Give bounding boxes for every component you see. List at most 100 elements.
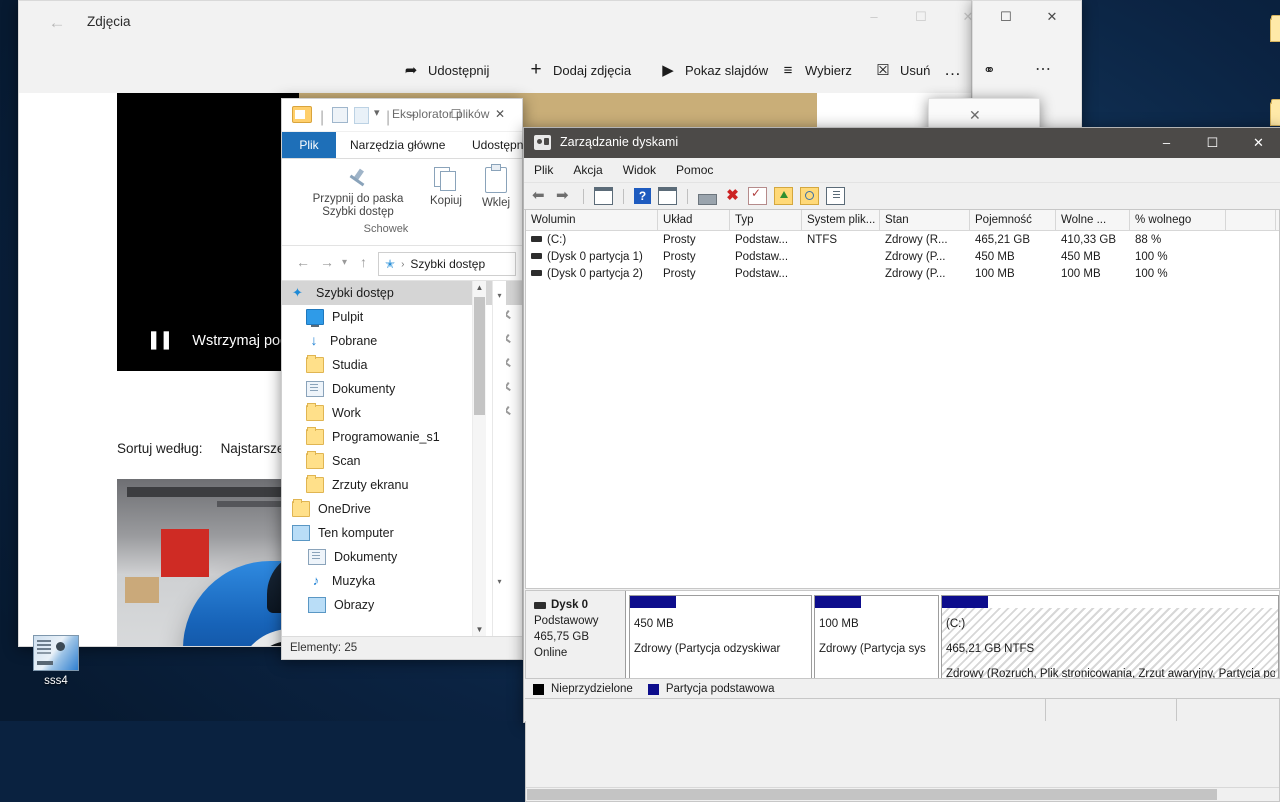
disk-name: Dysk 0	[551, 597, 588, 613]
show-hide-console-tree-icon[interactable]	[594, 187, 613, 205]
scroll-down-arrow[interactable]: ▾	[493, 575, 506, 589]
sidebar-item-onedrive[interactable]: OneDrive	[282, 497, 522, 521]
share-button[interactable]: ➦ Udostępnij	[402, 59, 489, 81]
back-arrow-icon[interactable]: ⬅	[532, 188, 549, 204]
back-arrow-icon[interactable]: ←	[43, 11, 71, 35]
sidebar-item-pulpit[interactable]: Pulpit	[282, 305, 522, 329]
sidebar-item-szybki-dost-p[interactable]: ✦Szybki dostęp	[282, 281, 522, 305]
scroll-up-arrow[interactable]: ▲	[473, 281, 486, 295]
column-header[interactable]: % wolnego	[1130, 210, 1226, 230]
scroll-thumb[interactable]	[527, 789, 1217, 800]
column-header[interactable]: System plik...	[802, 210, 880, 230]
sidebar-item-programowanie-s1[interactable]: Programowanie_s1	[282, 425, 522, 449]
column-header[interactable]: Układ	[658, 210, 730, 230]
minimize-button[interactable]: –	[1144, 128, 1189, 158]
column-header[interactable]: Stan	[880, 210, 970, 230]
volume-list-icon[interactable]	[826, 187, 845, 205]
select-button[interactable]: ≡ Wybierz	[779, 59, 852, 81]
maximize-button[interactable]: ☐	[983, 1, 1029, 33]
sort-value[interactable]: Najstarsze	[221, 441, 285, 456]
separator: |	[320, 109, 324, 127]
maximize-button[interactable]: ☐	[434, 99, 478, 129]
maximize-button[interactable]: ☐	[1190, 128, 1235, 158]
minimize-button[interactable]: –	[851, 1, 897, 33]
more-dots-icon[interactable]: ⋯	[1035, 59, 1053, 79]
menu-item-file[interactable]: Plik	[534, 163, 553, 177]
link-icon[interactable]: ⚭	[983, 61, 996, 79]
pc-icon	[308, 597, 326, 613]
forward-arrow-icon[interactable]: →	[320, 254, 334, 270]
explorer-navigation-pane[interactable]: ✦Szybki dostępPulpit↓PobraneStudiaDokume…	[282, 281, 522, 637]
menu-item-view[interactable]: Widok	[623, 163, 656, 177]
partition-text-line: (C:)	[946, 612, 1275, 637]
disk-pane-hscrollbar[interactable]	[526, 787, 1279, 801]
more-button[interactable]: …	[944, 59, 963, 81]
new-folder-icon[interactable]	[354, 107, 369, 124]
paste-button[interactable]: Wklej	[474, 167, 518, 210]
close-button[interactable]: ✕	[1236, 128, 1280, 158]
check-icon[interactable]	[748, 187, 767, 205]
legend-swatch-primary	[648, 684, 659, 695]
chevron-down-icon[interactable]: ▾	[342, 257, 347, 268]
address-input[interactable]: ✭ › Szybki dostęp	[378, 252, 516, 276]
help-icon[interactable]: ?	[634, 188, 651, 204]
table-cell-status: Zdrowy (P...	[880, 268, 970, 280]
file-explorer-window[interactable]: | ▾ | Eksplorator plików – ☐ ✕ Plik Narz…	[281, 98, 523, 660]
properties-icon[interactable]	[332, 107, 348, 123]
column-header[interactable]: Wolumin	[526, 210, 658, 230]
chevron-down-icon[interactable]: ▾	[374, 106, 380, 119]
table-row[interactable]: (Dysk 0 partycja 2)ProstyPodstaw...Zdrow…	[526, 265, 1279, 282]
properties-window-icon[interactable]	[658, 187, 677, 205]
sidebar-item-scan[interactable]: Scan	[282, 449, 522, 473]
delete-button[interactable]: ☒ Usuń	[874, 59, 930, 81]
column-header[interactable]: Pojemność	[970, 210, 1056, 230]
desktop-folder-icon[interactable]	[1270, 18, 1280, 42]
sidebar-item-label: Dokumenty	[334, 550, 397, 564]
pin-to-quick-access-button[interactable]: Przypnij do paska Szybki dostęp	[298, 167, 418, 219]
slideshow-button[interactable]: ▶ Pokaz slajdów	[659, 59, 768, 81]
extend-volume-icon[interactable]	[774, 187, 793, 205]
sidebar-item-obrazy[interactable]: Obrazy	[282, 593, 522, 617]
scroll-up-arrow[interactable]: ▾	[493, 289, 506, 303]
column-header[interactable]: Wolne ...	[1056, 210, 1130, 230]
tab-home[interactable]: Narzędzia główne	[336, 132, 459, 158]
rescan-disks-icon[interactable]	[698, 194, 717, 205]
sidebar-item-dokumenty[interactable]: Dokumenty	[282, 377, 522, 401]
close-button[interactable]: ✕	[969, 107, 981, 124]
sidebar-item-ten-komputer[interactable]: Ten komputer	[282, 521, 522, 545]
copy-label: Kopiuj	[430, 195, 462, 207]
add-photos-button[interactable]: + Dodaj zdjęcia	[527, 59, 631, 81]
explore-volume-icon[interactable]	[800, 187, 819, 205]
column-header[interactable]: Typ	[730, 210, 802, 230]
scroll-thumb[interactable]	[474, 297, 485, 415]
sidebar-item-dokumenty[interactable]: Dokumenty	[282, 545, 522, 569]
menu-item-action[interactable]: Akcja	[573, 163, 602, 177]
forward-arrow-icon[interactable]: ➡	[556, 188, 573, 204]
scroll-down-arrow[interactable]: ▼	[473, 623, 486, 637]
minimize-button[interactable]: –	[390, 99, 434, 129]
delete-volume-icon[interactable]: ✖	[724, 188, 741, 204]
close-button[interactable]: ✕	[1029, 1, 1075, 33]
maximize-button[interactable]: ☐	[898, 1, 944, 33]
tab-file[interactable]: Plik	[282, 132, 336, 158]
menu-item-help[interactable]: Pomoc	[676, 163, 713, 177]
sidebar-item-label: Szybki dostęp	[316, 286, 394, 300]
nav-scrollbar[interactable]: ▲ ▼	[472, 281, 486, 637]
table-row[interactable]: (Dysk 0 partycja 1)ProstyPodstaw...Zdrow…	[526, 248, 1279, 265]
column-header[interactable]	[1226, 210, 1276, 230]
sidebar-item-muzyka[interactable]: ♪Muzyka	[282, 569, 522, 593]
disk-management-window[interactable]: Zarządzanie dyskami – ☐ ✕ Plik Akcja Wid…	[523, 127, 1280, 723]
sidebar-item-work[interactable]: Work	[282, 401, 522, 425]
desktop-folder-icon[interactable]	[1270, 102, 1280, 126]
volume-list-pane[interactable]: WoluminUkładTypSystem plik...StanPojemno…	[525, 209, 1280, 589]
table-row[interactable]: (C:)ProstyPodstaw...NTFSZdrowy (R...465,…	[526, 231, 1279, 248]
back-arrow-icon[interactable]: ←	[296, 254, 310, 270]
up-arrow-icon[interactable]: ↑	[360, 254, 367, 270]
desktop-icon-sss4[interactable]: sss4	[18, 635, 94, 687]
copy-button[interactable]: Kopiuj	[422, 167, 470, 208]
sidebar-item-pobrane[interactable]: ↓Pobrane	[282, 329, 522, 353]
close-button[interactable]: ✕	[478, 99, 522, 129]
content-scrollbar[interactable]: ▾ ▾	[492, 281, 506, 637]
sidebar-item-zrzuty-ekranu[interactable]: Zrzuty ekranu	[282, 473, 522, 497]
sidebar-item-studia[interactable]: Studia	[282, 353, 522, 377]
